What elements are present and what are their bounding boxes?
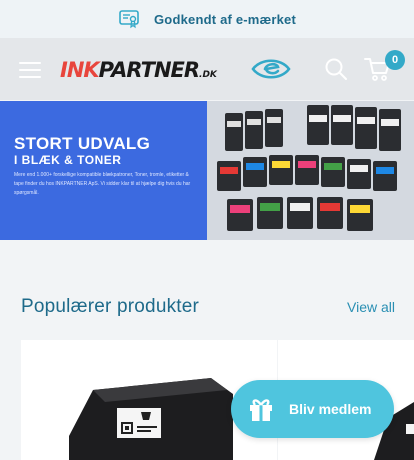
become-member-button[interactable]: Bliv medlem: [231, 380, 394, 438]
site-logo[interactable]: INKPARTNER.DK: [60, 58, 230, 82]
section-title: Populærer produkter: [21, 296, 200, 317]
member-button-label: Bliv medlem: [289, 401, 372, 417]
popular-products-header: Populærer produkter View all: [21, 296, 395, 318]
e-maerket-eye-icon[interactable]: [251, 56, 291, 82]
hamburger-menu-icon[interactable]: [19, 62, 41, 78]
banner-title: STORT UDVALG: [14, 134, 151, 153]
certificate-icon: [119, 10, 139, 29]
banner-cartridges-image: [207, 101, 414, 240]
gift-icon: [250, 399, 272, 421]
view-all-link[interactable]: View all: [347, 299, 395, 315]
banner-description: Mere end 1.000+ forskellige kompatible b…: [14, 172, 191, 196]
search-icon[interactable]: [324, 57, 348, 81]
announcement-bar: Godkendt af e-mærket: [0, 0, 414, 38]
banner-subtitle: I BLÆK & TONER: [14, 153, 122, 167]
site-header: INKPARTNER.DK: [0, 38, 414, 100]
banner-text-panel: STORT UDVALG I BLÆK & TONER Mere end 1.0…: [0, 101, 207, 240]
cart-count-badge: 0: [385, 50, 405, 70]
certification-label[interactable]: Godkendt af e-mærket: [154, 12, 296, 27]
hero-banner[interactable]: STORT UDVALG I BLÆK & TONER Mere end 1.0…: [0, 101, 414, 240]
logo-partner-text: PARTNER: [98, 58, 200, 82]
logo-ink-text: INK: [60, 58, 100, 82]
logo-dk-text: .DK: [199, 70, 217, 80]
